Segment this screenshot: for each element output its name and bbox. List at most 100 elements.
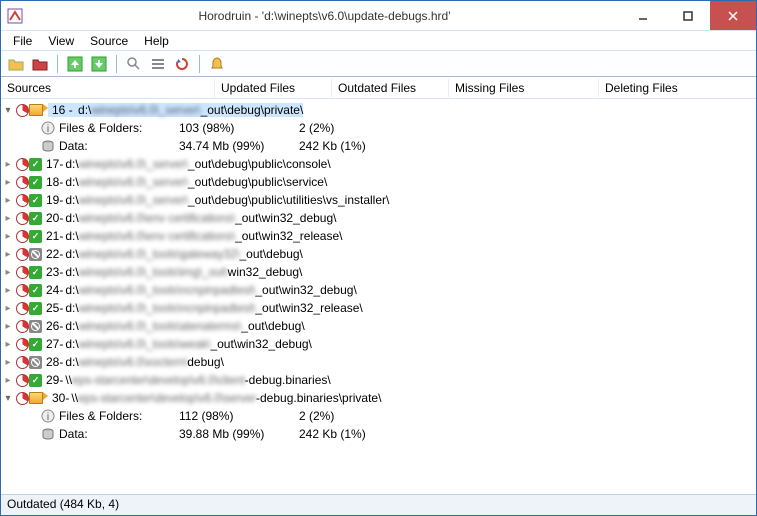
expander-icon[interactable] [3, 105, 13, 115]
minimize-button[interactable] [620, 1, 665, 30]
detail-value-1: 103 (98%) [179, 121, 299, 135]
status-badges [16, 176, 42, 189]
row-path: d:\winepts\v6.0\_tools\img\_out\win32_de… [65, 265, 302, 279]
row-path: d:\winepts\v6.0\_server\_out\debug\priva… [78, 103, 303, 117]
header-outdated[interactable]: Outdated Files [332, 79, 449, 97]
header-missing[interactable]: Missing Files [449, 79, 599, 97]
expander-icon[interactable] [3, 177, 13, 187]
source-row[interactable]: 16 - d:\winepts\v6.0\_server\_out\debug\… [1, 101, 756, 119]
expander-icon[interactable] [3, 357, 13, 367]
pie-icon [16, 284, 29, 297]
source-row[interactable]: 25 - d:\winepts\v6.0\_tools\ncnpinpadtes… [1, 299, 756, 317]
source-row[interactable]: 20 - d:\winepts\v6.0\env certifications\… [1, 209, 756, 227]
toolbar [1, 51, 756, 77]
open-folder-icon[interactable] [5, 53, 27, 75]
menu-file[interactable]: File [5, 32, 40, 50]
header-sources[interactable]: Sources [1, 79, 215, 97]
pie-icon [16, 176, 29, 189]
source-row[interactable]: 30 - \\eps-starcenter\develop\v6.0\serve… [1, 389, 756, 407]
source-row[interactable]: 22 - d:\winepts\v6.0\_tools\gateway32\_o… [1, 245, 756, 263]
status-badges [16, 320, 42, 333]
row-number: 22 [46, 247, 59, 261]
check-icon [29, 194, 42, 207]
detail-value-2: 2 (2%) [299, 409, 334, 423]
play-icon [43, 392, 48, 400]
expander-icon[interactable] [3, 249, 13, 259]
row-path: d:\winepts\v6.0\env certifications\_out\… [65, 229, 342, 243]
detail-value-1: 39.88 Mb (99%) [179, 427, 299, 441]
close-button[interactable] [710, 1, 756, 30]
status-badges [16, 194, 42, 207]
header-updated[interactable]: Updated Files [215, 79, 332, 97]
row-number: 23 [46, 265, 59, 279]
menu-view[interactable]: View [40, 32, 82, 50]
source-row[interactable]: 21 - d:\winepts\v6.0\env certifications\… [1, 227, 756, 245]
source-row[interactable]: 19 - d:\winepts\v6.0\_server\_out\debug\… [1, 191, 756, 209]
menubar: File View Source Help [1, 31, 756, 51]
maximize-button[interactable] [665, 1, 710, 30]
bell-icon[interactable] [206, 53, 228, 75]
pie-icon [16, 266, 29, 279]
expander-icon[interactable] [3, 285, 13, 295]
source-row[interactable]: 26 - d:\winepts\v6.0\_tools\atenaterms\_… [1, 317, 756, 335]
pie-icon [16, 212, 29, 225]
status-badges [16, 266, 42, 279]
status-badges [16, 392, 48, 405]
status-badges [16, 302, 42, 315]
pie-icon [16, 338, 29, 351]
source-row[interactable]: 23 - d:\winepts\v6.0\_tools\img\_out\win… [1, 263, 756, 281]
expander-icon[interactable] [3, 159, 13, 169]
expander-icon[interactable] [3, 321, 13, 331]
folder-icon[interactable] [29, 53, 51, 75]
status-badges [16, 284, 42, 297]
menu-help[interactable]: Help [136, 32, 177, 50]
pie-icon [16, 230, 29, 243]
refresh-icon[interactable] [171, 53, 193, 75]
arrow-down-icon[interactable] [88, 53, 110, 75]
info-icon: i [41, 121, 55, 135]
menu-source[interactable]: Source [82, 32, 136, 50]
arrow-up-icon[interactable] [64, 53, 86, 75]
row-number: 18 [46, 175, 59, 189]
source-row[interactable]: 17 - d:\winepts\v6.0\_server\_out\debug\… [1, 155, 756, 173]
row-path: d:\winepts\v6.0\_tools\weak\_out\win32_d… [65, 337, 312, 351]
row-number: 26 [46, 319, 59, 333]
source-tree[interactable]: 16 - d:\winepts\v6.0\_server\_out\debug\… [1, 99, 756, 494]
detail-row: iFiles & Folders:112 (98%)2 (2%) [1, 407, 756, 425]
row-number: 27 [46, 337, 59, 351]
source-row[interactable]: 24 - d:\winepts\v6.0\_tools\ncnpinpadtes… [1, 281, 756, 299]
expander-icon[interactable] [3, 303, 13, 313]
search-icon[interactable] [123, 53, 145, 75]
expander-icon[interactable] [3, 393, 13, 403]
status-badges [16, 158, 42, 171]
toolbar-separator [116, 55, 117, 73]
status-badges [16, 374, 42, 387]
expander-icon[interactable] [3, 195, 13, 205]
expander-icon[interactable] [3, 213, 13, 223]
row-path: d:\winepts\v6.0\_tools\ncnpinpadtest\_ou… [65, 301, 362, 315]
source-row[interactable]: 27 - d:\winepts\v6.0\_tools\weak\_out\wi… [1, 335, 756, 353]
window-buttons [620, 1, 756, 30]
detail-value-1: 112 (98%) [179, 409, 299, 423]
source-row[interactable]: 29 - \\eps-starcenter\develop\v6.0\clien… [1, 371, 756, 389]
expander-icon[interactable] [3, 231, 13, 241]
status-badges [16, 212, 42, 225]
status-badges [16, 104, 48, 117]
detail-row: Data:34.74 Mb (99%)242 Kb (1%) [1, 137, 756, 155]
row-path: d:\winepts\v6.0\_server\_out\debug\publi… [65, 193, 389, 207]
check-icon [29, 284, 42, 297]
expander-icon[interactable] [3, 339, 13, 349]
expander-icon[interactable] [3, 375, 13, 385]
toolbar-separator [199, 55, 200, 73]
list-icon[interactable] [147, 53, 169, 75]
row-path: d:\winepts\v6.0\_tools\ncnpinpadtest\_ou… [65, 283, 356, 297]
source-row[interactable]: 18 - d:\winepts\v6.0\_server\_out\debug\… [1, 173, 756, 191]
expander-icon[interactable] [3, 267, 13, 277]
check-icon [29, 338, 42, 351]
database-icon [41, 427, 55, 441]
header-deleting[interactable]: Deleting Files [599, 79, 756, 97]
row-number: 30 [52, 391, 65, 405]
detail-label: Files & Folders: [59, 121, 179, 135]
stop-icon [29, 356, 42, 369]
source-row[interactable]: 28 - d:\winepts\v6.0\xoctern\debug\ [1, 353, 756, 371]
